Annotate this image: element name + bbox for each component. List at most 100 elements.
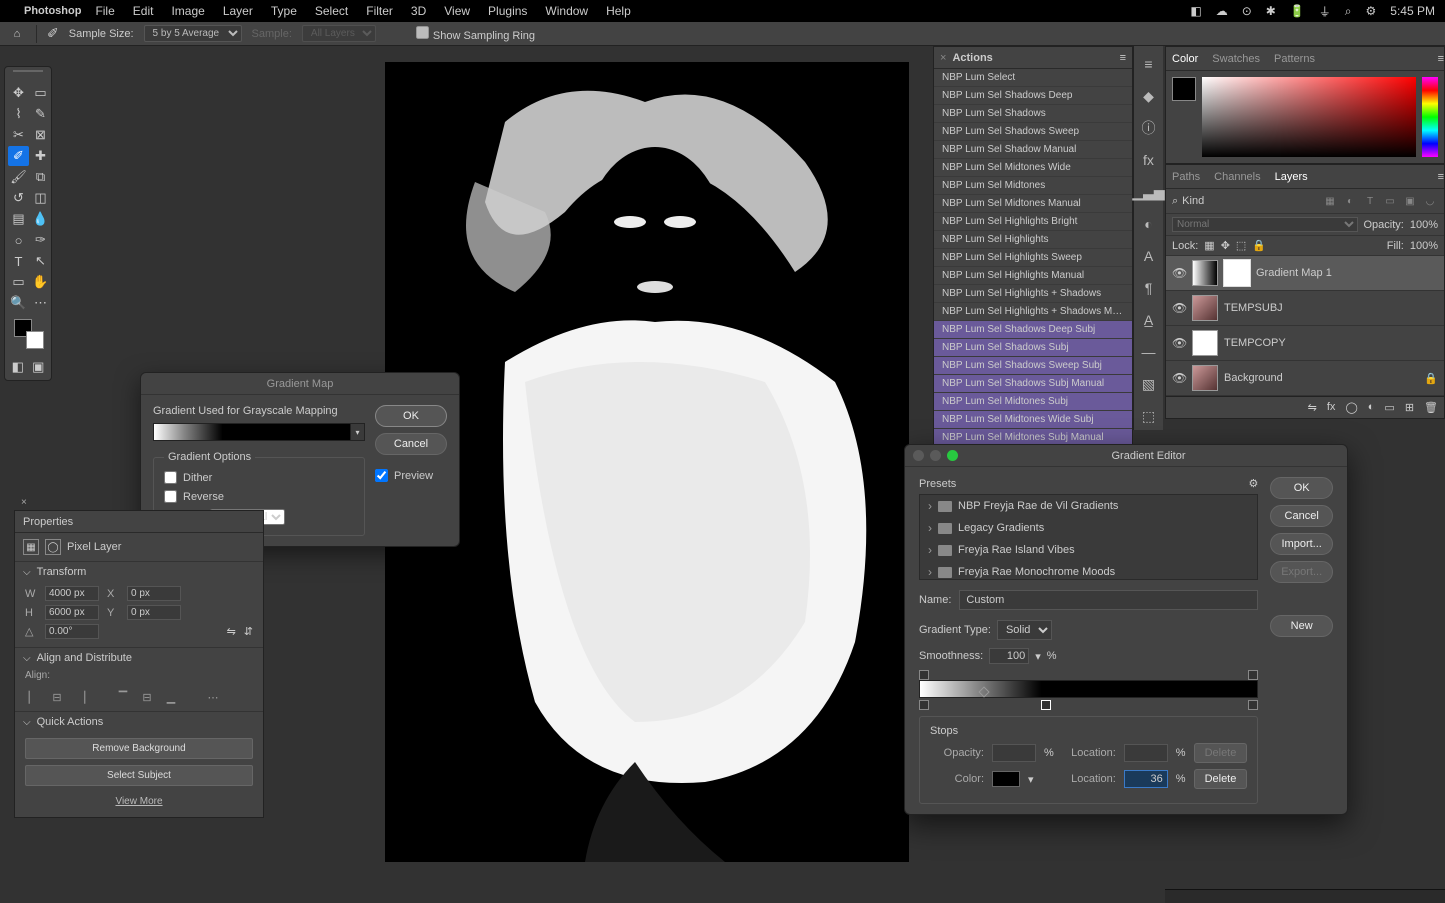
align-top-icon[interactable]: ▔ <box>115 689 131 705</box>
glyphs-icon[interactable]: A̲ <box>1134 306 1163 334</box>
transform-header[interactable]: Transform <box>15 561 263 582</box>
align-right-icon[interactable]: ▕ <box>73 689 89 705</box>
lasso-tool[interactable]: ⌇ <box>8 104 29 124</box>
control-center-icon[interactable]: ⚙ <box>1366 4 1377 18</box>
dither-checkbox[interactable] <box>164 471 177 484</box>
opacity-stop[interactable] <box>919 670 929 680</box>
filter-pixel-icon[interactable]: ▦ <box>1322 193 1338 209</box>
delete-color-stop-button[interactable]: Delete <box>1194 769 1248 789</box>
tab-patterns[interactable]: Patterns <box>1274 53 1315 65</box>
layer-name[interactable]: TEMPSUBJ <box>1224 302 1438 314</box>
zoom-tool[interactable]: 🔍 <box>8 293 29 313</box>
hue-slider[interactable] <box>1422 77 1438 157</box>
brush-tool[interactable]: 🖌 <box>8 167 29 187</box>
styles-icon[interactable]: fx <box>1134 146 1163 174</box>
lock-artboard-icon[interactable]: ⬚ <box>1236 239 1246 252</box>
action-item[interactable]: NBP Lum Sel Midtones Wide Subj <box>934 411 1132 429</box>
gradient-preview[interactable] <box>153 423 351 441</box>
layer-row[interactable]: 👁TEMPSUBJ <box>1166 291 1444 326</box>
layer-thumbnail[interactable] <box>1192 295 1218 321</box>
layer-name[interactable]: TEMPCOPY <box>1224 337 1438 349</box>
action-item[interactable]: NBP Lum Sel Shadows Subj Manual <box>934 375 1132 393</box>
align-bottom-icon[interactable]: ▁ <box>163 689 179 705</box>
mask-icon[interactable]: ◯ <box>1345 401 1357 414</box>
menu-edit[interactable]: Edit <box>133 4 154 18</box>
marquee-tool[interactable]: ▭ <box>30 83 51 103</box>
action-item[interactable]: NBP Lum Sel Highlights Sweep <box>934 249 1132 267</box>
layer-row[interactable]: 👁 Gradient Map 1 <box>1166 256 1444 291</box>
search-icon[interactable]: ⌕ <box>1172 195 1178 208</box>
clone-tool[interactable]: ⧉ <box>30 167 51 187</box>
visibility-icon[interactable]: 👁 <box>1172 336 1186 350</box>
status-icon[interactable]: ⊙ <box>1242 4 1252 18</box>
clock[interactable]: 5:45 PM <box>1390 4 1435 18</box>
info-icon[interactable]: ⓘ <box>1134 114 1163 142</box>
layer-name[interactable]: Gradient Map 1 <box>1256 267 1438 279</box>
preset-folder[interactable]: Freyja Rae Island Vibes <box>920 539 1257 561</box>
dialog-title[interactable]: Gradient Map <box>141 373 459 395</box>
background-color[interactable] <box>26 331 44 349</box>
dodge-tool[interactable]: ○ <box>8 230 29 250</box>
cancel-button[interactable]: Cancel <box>1270 505 1333 527</box>
action-item[interactable]: NBP Lum Sel Shadows <box>934 105 1132 123</box>
visibility-icon[interactable]: 👁 <box>1172 266 1186 280</box>
import-button[interactable]: Import... <box>1270 533 1333 555</box>
gear-icon[interactable]: ⚙ <box>1248 477 1258 490</box>
menu-file[interactable]: File <box>95 4 114 18</box>
gradient-name-input[interactable] <box>959 590 1258 610</box>
quick-actions-header[interactable]: Quick Actions <box>15 711 263 732</box>
brushes-icon[interactable]: ◆ <box>1134 82 1163 110</box>
tab-swatches[interactable]: Swatches <box>1212 53 1260 65</box>
width-input[interactable] <box>45 586 99 601</box>
action-item[interactable]: NBP Lum Sel Highlights + Shadows Manual <box>934 303 1132 321</box>
move-tool[interactable]: ✥ <box>8 83 29 103</box>
document-canvas[interactable] <box>385 62 909 862</box>
opacity-value[interactable]: 100% <box>1410 219 1438 231</box>
preset-folder[interactable]: NBP Freyja Rae de Vil Gradients <box>920 495 1257 517</box>
layer-mask[interactable] <box>1224 260 1250 286</box>
lock-all-icon[interactable]: 🔒 <box>1252 239 1266 252</box>
crop-tool[interactable]: ✂ <box>8 125 29 145</box>
angle-input[interactable] <box>45 624 99 639</box>
panel-menu-icon[interactable]: ≡ <box>1120 52 1126 64</box>
filter-type-icon[interactable]: T <box>1362 193 1378 209</box>
action-item[interactable]: NBP Lum Sel Shadows Deep <box>934 87 1132 105</box>
ok-button[interactable]: OK <box>375 405 447 427</box>
align-left-icon[interactable]: ▏ <box>25 689 41 705</box>
libraries-icon[interactable]: ▧ <box>1134 370 1163 398</box>
fill-value[interactable]: 100% <box>1410 240 1438 252</box>
menu-plugins[interactable]: Plugins <box>488 4 527 18</box>
wifi-icon[interactable]: ⏚ <box>1319 3 1331 20</box>
gradient-edit-bar[interactable] <box>919 670 1258 710</box>
window-titlebar[interactable]: Gradient Editor <box>905 445 1347 467</box>
history-icon[interactable]: ≡ <box>1134 50 1163 78</box>
menu-layer[interactable]: Layer <box>223 4 253 18</box>
action-item[interactable]: NBP Lum Sel Shadows Sweep Subj <box>934 357 1132 375</box>
search-icon[interactable]: ⌕ <box>1345 4 1352 19</box>
menu-3d[interactable]: 3D <box>411 4 426 18</box>
color-stop-selected[interactable] <box>1041 700 1051 710</box>
action-item[interactable]: NBP Lum Select <box>934 69 1132 87</box>
tab-color[interactable]: Color <box>1172 53 1198 65</box>
reverse-checkbox[interactable] <box>164 490 177 503</box>
align-header[interactable]: Align and Distribute <box>15 647 263 668</box>
history-brush-tool[interactable]: ↺ <box>8 188 29 208</box>
home-icon[interactable]: ⌂ <box>8 25 26 43</box>
minimize-icon[interactable] <box>930 450 941 461</box>
filter-toggle-icon[interactable]: ◡ <box>1422 193 1438 209</box>
menu-image[interactable]: Image <box>171 4 204 18</box>
3d-icon[interactable]: ⬚ <box>1134 402 1163 430</box>
menu-filter[interactable]: Filter <box>366 4 393 18</box>
paragraph-icon[interactable]: ¶ <box>1134 274 1163 302</box>
panel-menu-icon[interactable]: ≡ <box>1438 53 1444 65</box>
color-picker[interactable] <box>1202 77 1416 157</box>
x-input[interactable] <box>127 586 181 601</box>
action-item[interactable]: NBP Lum Sel Highlights Manual <box>934 267 1132 285</box>
action-item[interactable]: NBP Lum Sel Midtones Wide <box>934 159 1132 177</box>
color-loc-input[interactable] <box>1124 770 1168 788</box>
delete-icon[interactable]: 🗑 <box>1424 401 1438 414</box>
lock-position-icon[interactable]: ✥ <box>1221 239 1230 252</box>
battery-icon[interactable]: 🔋 <box>1290 4 1305 18</box>
tab-channels[interactable]: Channels <box>1214 171 1260 183</box>
layer-thumbnail[interactable] <box>1192 365 1218 391</box>
